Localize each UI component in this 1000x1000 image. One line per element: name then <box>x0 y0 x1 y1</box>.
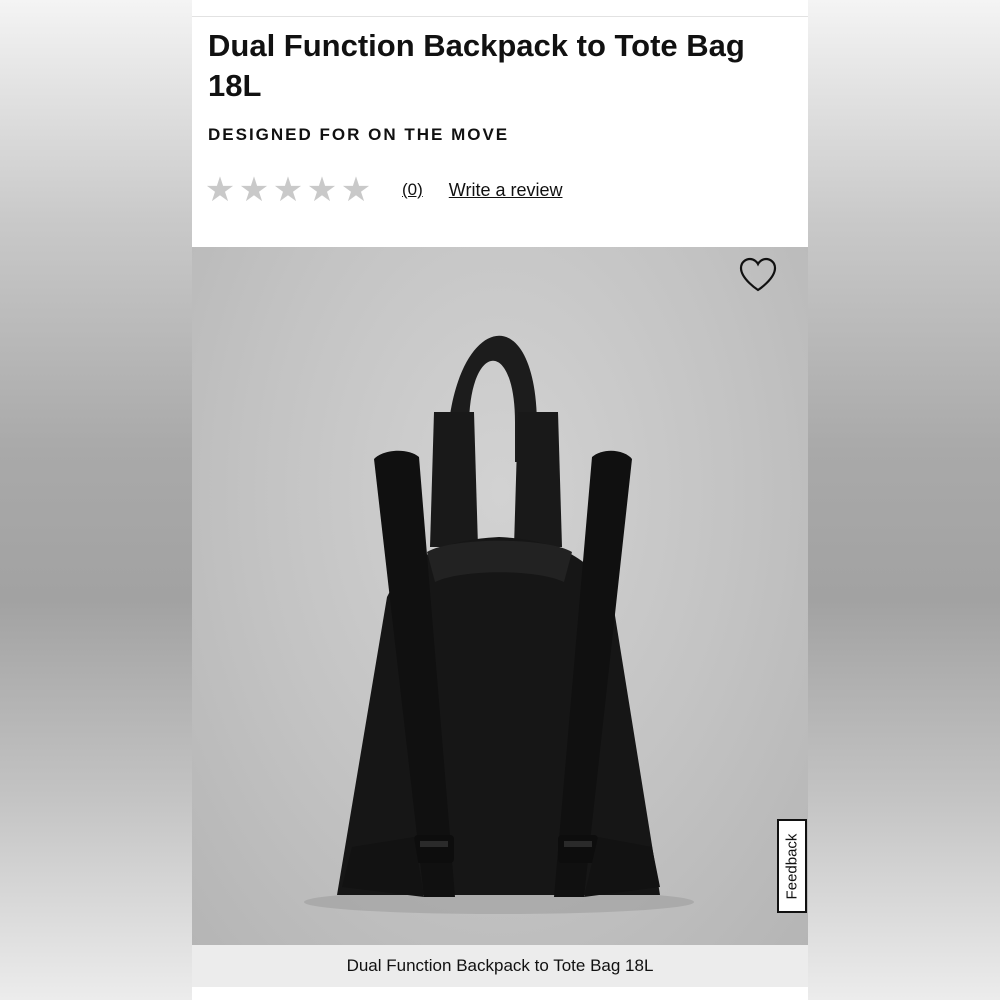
feedback-button[interactable]: Feedback <box>777 819 807 913</box>
star-icon: ★ <box>204 171 236 209</box>
product-image[interactable] <box>192 247 808 945</box>
star-icon: ★ <box>272 171 304 209</box>
feedback-label: Feedback <box>783 833 801 899</box>
image-caption: Dual Function Backpack to Tote Bag 18L <box>346 956 654 975</box>
top-bar <box>192 0 808 17</box>
bottom-strip <box>192 987 808 1000</box>
product-title: Dual Function Backpack to Tote Bag 18L <box>208 28 745 103</box>
image-caption-bar: Dual Function Backpack to Tote Bag 18L <box>192 945 808 987</box>
product-page: Dual Function Backpack to Tote Bag 18L D… <box>192 0 808 1000</box>
star-rating[interactable]: ★ ★ ★ ★ ★ <box>204 173 372 207</box>
product-tagline: DESIGNED FOR ON THE MOVE <box>208 125 510 144</box>
star-icon: ★ <box>306 171 338 209</box>
rating-row: ★ ★ ★ ★ ★ (0) Write a review <box>204 170 794 210</box>
backpack-image <box>304 335 694 914</box>
background-right <box>808 0 1000 1000</box>
background-left <box>0 0 192 1000</box>
star-icon: ★ <box>340 171 372 209</box>
star-icon: ★ <box>238 171 270 209</box>
write-review-link[interactable]: Write a review <box>449 180 563 201</box>
review-count-link[interactable]: (0) <box>402 180 423 200</box>
heart-outline-icon[interactable] <box>738 257 778 293</box>
